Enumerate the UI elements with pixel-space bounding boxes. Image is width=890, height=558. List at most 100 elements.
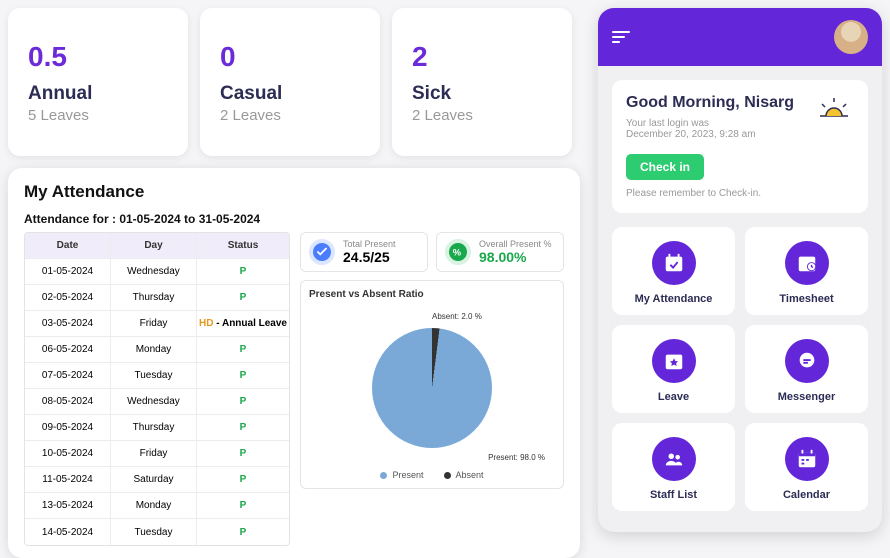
cell-status: P [197, 337, 289, 362]
col-date: Date [25, 233, 111, 258]
avatar[interactable] [834, 20, 868, 54]
tile-staff-list[interactable]: Staff List [612, 423, 735, 511]
leave-number: 0.5 [28, 41, 168, 73]
checkin-note: Please remember to Check-in. [626, 188, 854, 199]
overall-percent-value: 98.00% [479, 249, 552, 265]
table-row: 09-05-2024ThursdayP [25, 415, 289, 441]
absent-slice-label: Absent: 2.0 % [432, 312, 482, 321]
cell-date: 08-05-2024 [25, 389, 111, 414]
cell-status: P [197, 415, 289, 440]
mobile-preview: Good Morning, Nisarg Your last login was… [598, 8, 882, 532]
check-circle-icon [309, 239, 335, 265]
table-row: 13-05-2024MondayP [25, 493, 289, 519]
leave-sub: 2 Leaves [220, 107, 360, 124]
overall-percent-card: % Overall Present % 98.00% [436, 232, 564, 272]
clock-calendar-icon [785, 241, 829, 285]
cell-date: 13-05-2024 [25, 493, 111, 518]
cell-date: 09-05-2024 [25, 415, 111, 440]
menu-icon[interactable] [612, 31, 630, 43]
chart-legend: Present Absent [309, 470, 555, 480]
cell-day: Monday [111, 337, 197, 362]
legend-absent: Absent [444, 470, 484, 480]
col-status: Status [197, 233, 289, 258]
cell-status: P [197, 285, 289, 310]
cell-status: HD - Annual Leave [197, 311, 289, 336]
leave-card-sick[interactable]: 2 Sick 2 Leaves [392, 8, 572, 156]
tiles-grid: My Attendance Timesheet Leave Messenger … [598, 227, 882, 511]
tile-label: Calendar [783, 489, 830, 501]
table-row: 06-05-2024MondayP [25, 337, 289, 363]
leave-type: Annual [28, 83, 168, 105]
cell-date: 07-05-2024 [25, 363, 111, 388]
cell-day: Wednesday [111, 389, 197, 414]
table-row: 14-05-2024TuesdayP [25, 519, 289, 545]
cell-status: P [197, 519, 289, 545]
cell-date: 03-05-2024 [25, 311, 111, 336]
cell-day: Saturday [111, 467, 197, 492]
cell-status: P [197, 493, 289, 518]
total-present-card: Total Present 24.5/25 [300, 232, 428, 272]
cell-day: Tuesday [111, 363, 197, 388]
legend-present: Present [380, 470, 423, 480]
table-row: 10-05-2024FridayP [25, 441, 289, 467]
tile-label: My Attendance [635, 293, 713, 305]
leave-number: 0 [220, 41, 360, 73]
cell-day: Tuesday [111, 519, 197, 545]
calendar-check-icon [652, 241, 696, 285]
tile-leave[interactable]: Leave [612, 325, 735, 413]
leave-type: Sick [412, 83, 552, 105]
calendar-star-icon [652, 339, 696, 383]
last-login-time: December 20, 2023, 9:28 am [626, 129, 854, 140]
summary-row: Total Present 24.5/25 % Overall Present … [300, 232, 564, 272]
people-icon [652, 437, 696, 481]
tile-messenger[interactable]: Messenger [745, 325, 868, 413]
table-row: 07-05-2024TuesdayP [25, 363, 289, 389]
cell-date: 01-05-2024 [25, 259, 111, 284]
leave-number: 2 [412, 41, 552, 73]
attendance-title: My Attendance [24, 182, 564, 202]
tile-timesheet[interactable]: Timesheet [745, 227, 868, 315]
cell-day: Friday [111, 311, 197, 336]
leave-card-annual[interactable]: 0.5 Annual 5 Leaves [8, 8, 188, 156]
cell-status: P [197, 389, 289, 414]
svg-text:%: % [453, 248, 462, 258]
table-row: 11-05-2024SaturdayP [25, 467, 289, 493]
tile-label: Staff List [650, 489, 697, 501]
percent-icon: % [445, 239, 471, 265]
cell-day: Thursday [111, 415, 197, 440]
overall-percent-label: Overall Present % [479, 239, 552, 249]
attendance-panel: My Attendance Attendance for : 01-05-202… [8, 168, 580, 558]
table-row: 01-05-2024WednesdayP [25, 259, 289, 285]
leave-cards-row: 0.5 Annual 5 Leaves 0 Casual 2 Leaves 2 … [8, 8, 572, 156]
cell-date: 14-05-2024 [25, 519, 111, 545]
cell-status: P [197, 363, 289, 388]
total-present-value: 24.5/25 [343, 249, 396, 265]
tile-label: Messenger [778, 391, 835, 403]
cell-date: 06-05-2024 [25, 337, 111, 362]
total-present-label: Total Present [343, 239, 396, 249]
leave-card-casual[interactable]: 0 Casual 2 Leaves [200, 8, 380, 156]
attendance-range: Attendance for : 01-05-2024 to 31-05-202… [24, 212, 564, 226]
checkin-button[interactable]: Check in [626, 154, 704, 180]
tile-label: Leave [658, 391, 689, 403]
table-row: 08-05-2024WednesdayP [25, 389, 289, 415]
chart-title: Present vs Absent Ratio [309, 289, 555, 300]
leave-sub: 5 Leaves [28, 107, 168, 124]
calendar-icon [785, 437, 829, 481]
cell-date: 10-05-2024 [25, 441, 111, 466]
pie-chart [372, 328, 492, 448]
ratio-chart-card: Present vs Absent Ratio Absent: 2.0 % Pr… [300, 280, 564, 489]
tile-label: Timesheet [779, 293, 833, 305]
cell-day: Wednesday [111, 259, 197, 284]
leave-sub: 2 Leaves [412, 107, 552, 124]
cell-day: Friday [111, 441, 197, 466]
cell-status: P [197, 259, 289, 284]
leave-type: Casual [220, 83, 360, 105]
mobile-header [598, 8, 882, 66]
cell-day: Thursday [111, 285, 197, 310]
sunrise-icon [814, 94, 854, 122]
attendance-table: Date Day Status 01-05-2024WednesdayP02-0… [24, 232, 290, 546]
tile-my-attendance[interactable]: My Attendance [612, 227, 735, 315]
cell-date: 02-05-2024 [25, 285, 111, 310]
tile-calendar[interactable]: Calendar [745, 423, 868, 511]
